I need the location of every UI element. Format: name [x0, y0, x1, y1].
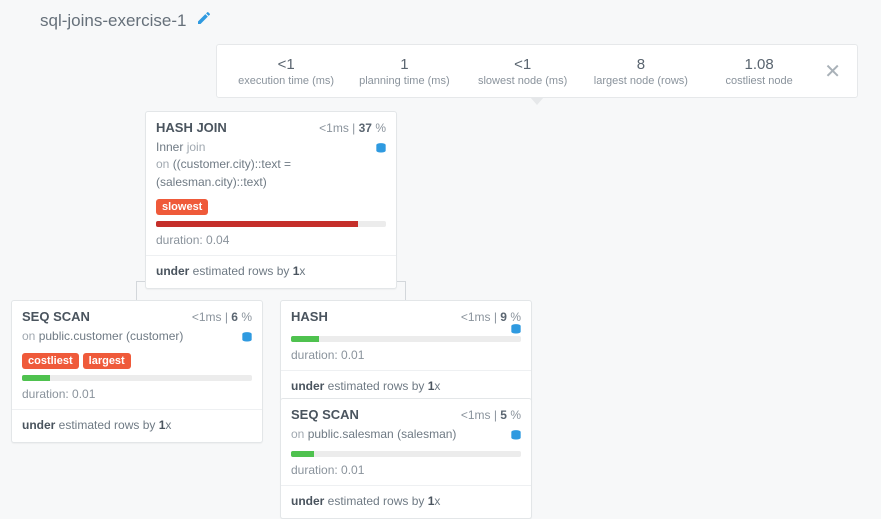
duration-bar — [12, 375, 262, 385]
duration-label: duration: — [291, 348, 341, 362]
duration-bar — [281, 336, 531, 346]
node-header: SEQ SCAN <1ms | 5 % — [281, 399, 531, 426]
relation-name: public.salesman (salesman) — [308, 427, 457, 441]
relation-name: public.customer (customer) — [39, 329, 184, 343]
node-pct-suffix: % — [507, 408, 521, 422]
node-duration: duration: 0.01 — [12, 385, 262, 410]
node-body: on public.salesman (salesman) — [281, 426, 531, 451]
join-condition: ((customer.city)::text = (salesman.city)… — [156, 157, 291, 188]
tag-largest: largest — [83, 353, 131, 369]
plan-node-hash-join[interactable]: HASH JOIN <1ms | 37 % Inner join on ((cu… — [145, 111, 397, 289]
duration-label: duration: — [22, 387, 72, 401]
node-estimate: under estimated rows by 1x — [12, 410, 262, 442]
duration-bar-fill — [291, 451, 314, 457]
node-body: on public.customer (customer) — [12, 328, 262, 353]
on-word: on — [156, 157, 173, 171]
node-body — [281, 328, 531, 336]
est-mid: estimated rows by — [324, 379, 427, 393]
est-mid: estimated rows by — [55, 418, 158, 432]
node-meta: <1ms | 37 % — [319, 121, 386, 135]
node-pct: 37 — [359, 121, 372, 135]
plan-canvas: HASH JOIN <1ms | 37 % Inner join on ((cu… — [0, 0, 881, 512]
node-time: <1ms — [461, 408, 491, 422]
est-suffix: x — [299, 264, 305, 278]
duration-label: duration: — [156, 233, 206, 247]
duration-bar-fill — [156, 221, 358, 227]
duration-bar — [146, 221, 396, 231]
node-time: <1ms — [192, 310, 222, 324]
node-pct-suffix: % — [238, 310, 252, 324]
node-op: SEQ SCAN — [291, 407, 359, 422]
database-icon[interactable] — [509, 322, 523, 343]
node-pct: 5 — [500, 408, 507, 422]
node-pct: 6 — [231, 310, 238, 324]
duration-bar-fill — [22, 375, 50, 381]
node-op: HASH JOIN — [156, 120, 227, 135]
duration-label: duration: — [291, 463, 341, 477]
est-prefix: under — [291, 494, 324, 508]
node-duration: duration: 0.01 — [281, 461, 531, 486]
duration-value: 0.01 — [341, 348, 364, 362]
node-estimate: under estimated rows by 1x — [281, 486, 531, 518]
tag-slowest: slowest — [156, 199, 208, 215]
on-word: on — [22, 329, 39, 343]
join-word: join — [187, 140, 206, 154]
tag-costliest: costliest — [22, 353, 79, 369]
database-icon[interactable] — [509, 428, 523, 449]
node-tags: costliest largest — [12, 353, 262, 375]
duration-value: 0.04 — [206, 233, 229, 247]
node-pct: 9 — [500, 310, 507, 324]
est-mid: estimated rows by — [189, 264, 292, 278]
node-body: Inner join on ((customer.city)::text = (… — [146, 139, 396, 199]
est-prefix: under — [291, 379, 324, 393]
node-estimate: under estimated rows by 1x — [146, 256, 396, 288]
node-op: SEQ SCAN — [22, 309, 90, 324]
est-suffix: x — [434, 494, 440, 508]
node-meta: <1ms | 6 % — [192, 310, 252, 324]
join-type-prefix: Inner — [156, 140, 187, 154]
database-icon[interactable] — [240, 330, 254, 351]
node-time: <1ms — [319, 121, 349, 135]
database-icon[interactable] — [374, 141, 388, 162]
plan-node-hash[interactable]: HASH <1ms | 9 % duration: 0.01 under est… — [280, 300, 532, 404]
duration-bar — [281, 451, 531, 461]
est-suffix: x — [434, 379, 440, 393]
duration-value: 0.01 — [72, 387, 95, 401]
node-duration: duration: 0.01 — [281, 346, 531, 371]
plan-node-seq-scan-customer[interactable]: SEQ SCAN <1ms | 6 % on public.customer (… — [11, 300, 263, 443]
est-prefix: under — [156, 264, 189, 278]
node-header: HASH <1ms | 9 % — [281, 301, 531, 328]
node-tags: slowest — [146, 199, 396, 221]
duration-bar-fill — [291, 336, 319, 342]
plan-node-seq-scan-salesman[interactable]: SEQ SCAN <1ms | 5 % on public.salesman (… — [280, 398, 532, 519]
node-duration: duration: 0.04 — [146, 231, 396, 256]
est-prefix: under — [22, 418, 55, 432]
node-meta: <1ms | 5 % — [461, 408, 521, 422]
on-word: on — [291, 427, 308, 441]
node-op: HASH — [291, 309, 328, 324]
duration-value: 0.01 — [341, 463, 364, 477]
node-time: <1ms — [461, 310, 491, 324]
node-header: HASH JOIN <1ms | 37 % — [146, 112, 396, 139]
node-pct-suffix: % — [372, 121, 386, 135]
est-mid: estimated rows by — [324, 494, 427, 508]
node-header: SEQ SCAN <1ms | 6 % — [12, 301, 262, 328]
est-suffix: x — [165, 418, 171, 432]
